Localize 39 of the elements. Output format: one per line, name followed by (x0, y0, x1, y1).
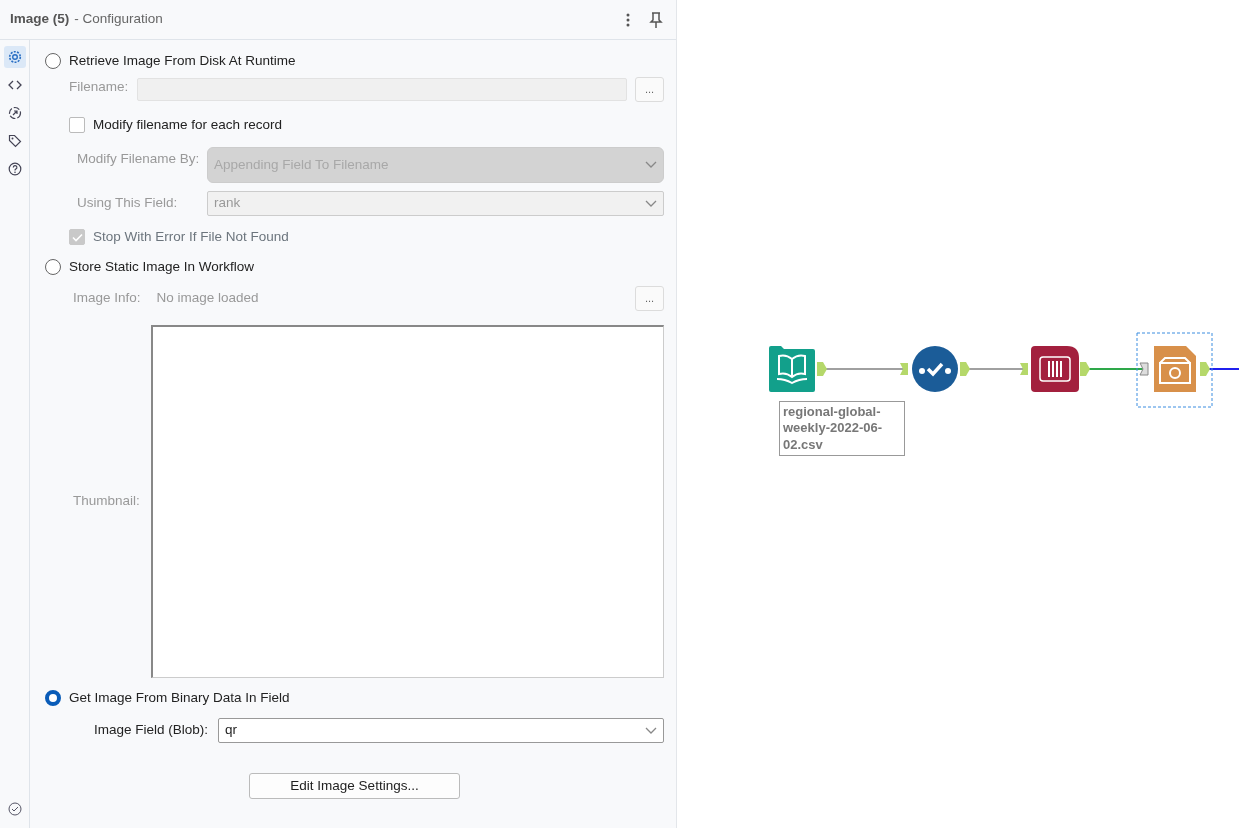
barcode-node-icon[interactable] (1031, 346, 1079, 392)
browse-button[interactable]: ... (635, 286, 664, 311)
radio-button[interactable] (45, 259, 61, 275)
radio-button[interactable] (45, 53, 61, 69)
option-label: Store Static Image In Workflow (69, 257, 255, 276)
pin-icon[interactable] (646, 9, 666, 30)
settings-icon[interactable] (3, 46, 26, 68)
checkbox[interactable] (69, 117, 85, 133)
field-label: Thumbnail: (73, 492, 141, 511)
input-anchor-icon[interactable] (1139, 362, 1149, 376)
field-label: Filename: (69, 78, 129, 96)
field-label: Image Info: (73, 289, 141, 308)
radio-button[interactable] (45, 690, 61, 706)
dropdown-value: rank (214, 194, 241, 213)
caret-icon (645, 161, 657, 169)
caret-icon (645, 199, 657, 208)
panel-subtitle: - Configuration (74, 10, 163, 29)
field-label: Image Field (Blob): (94, 721, 210, 740)
dropdown[interactable]: qr (218, 718, 664, 743)
edit-settings-button[interactable]: Edit Image Settings... (249, 773, 460, 799)
option-label: Retrieve Image From Disk At Runtime (69, 51, 296, 70)
field-label: Modify Filename By: (77, 150, 201, 168)
filename-field[interactable] (137, 78, 627, 101)
info-value: No image loaded (156, 289, 259, 308)
camera-node-icon[interactable] (1136, 332, 1213, 408)
option-label: Get Image From Binary Data In Field (69, 688, 290, 707)
dropdown-value: qr (225, 721, 237, 740)
checkmark-node-icon[interactable] (912, 346, 958, 392)
input-anchor-icon[interactable] (900, 363, 908, 375)
field-label: Using This Field: (77, 194, 179, 213)
book-node-icon[interactable] (769, 346, 815, 392)
caret-icon (645, 726, 657, 735)
browse-button[interactable]: ... (635, 77, 664, 102)
checkbox-label: Modify filename for each record (93, 115, 283, 134)
checkbox[interactable] (69, 229, 85, 245)
input-anchor-icon[interactable] (1020, 363, 1028, 375)
checkbox-label: Stop With Error If File Not Found (93, 227, 289, 246)
node-label: regional-global-weekly-2022-06-02.csv (779, 401, 905, 456)
panel-title: Image (5) (10, 10, 70, 29)
